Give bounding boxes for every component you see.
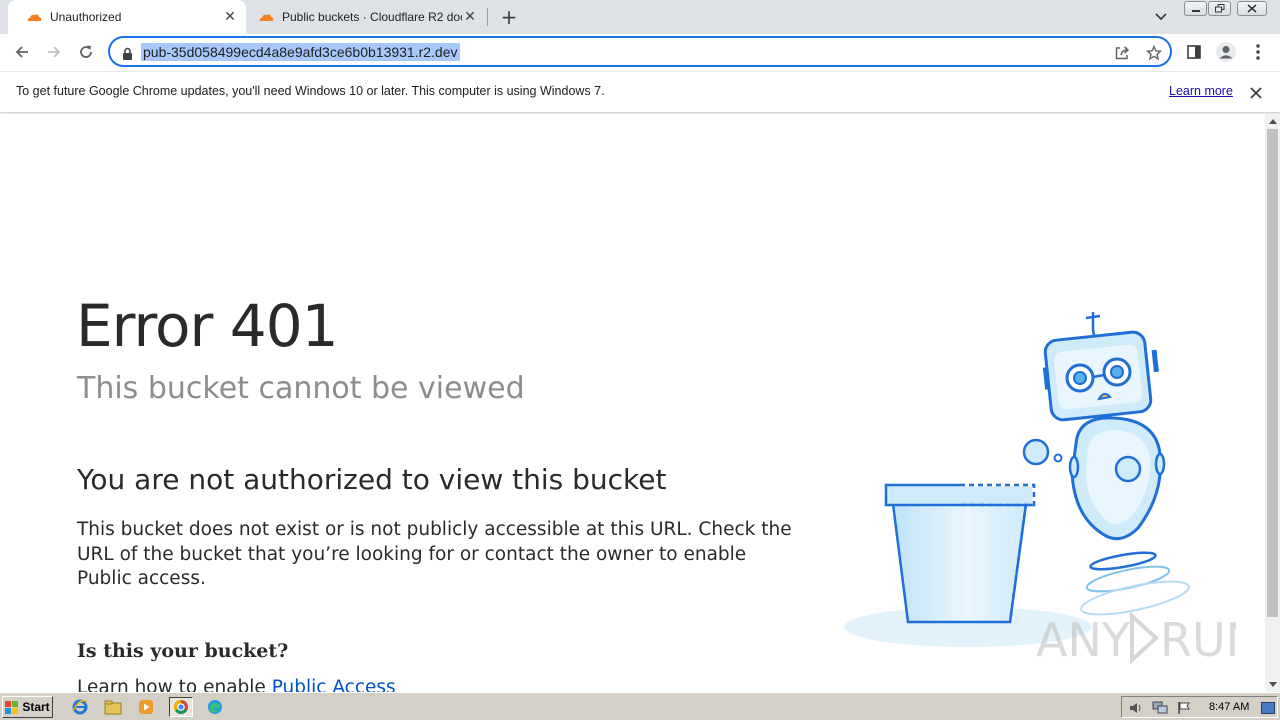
learn-text: Learn how to enable Public Access (77, 677, 396, 692)
browser-toolbar: pub-35d058499ecd4a8e9afd3ce6b0b13931.r2.… (0, 34, 1280, 71)
learn-more-link[interactable]: Learn more (1169, 84, 1233, 98)
infobar-message: To get future Google Chrome updates, you… (16, 84, 605, 98)
update-infobar: To get future Google Chrome updates, you… (0, 71, 1280, 113)
scroll-down-arrow-icon[interactable] (1265, 677, 1280, 691)
menu-kebab-icon[interactable] (1246, 40, 1270, 64)
url-text[interactable]: pub-35d058499ecd4a8e9afd3ce6b0b13931.r2.… (141, 43, 460, 61)
back-button[interactable] (8, 38, 36, 66)
vertical-scrollbar[interactable] (1265, 114, 1280, 692)
tab-separator (487, 8, 488, 26)
anyrun-watermark: ANY RUN (1036, 611, 1236, 667)
svg-text:ANY: ANY (1036, 613, 1131, 667)
tab-public-buckets[interactable]: Public buckets · Cloudflare R2 docs ✕ (248, 0, 486, 34)
forward-button[interactable] (40, 38, 68, 66)
svg-text:RUN: RUN (1160, 613, 1236, 667)
share-icon[interactable] (1113, 44, 1131, 62)
new-tab-button[interactable]: + (497, 5, 521, 29)
close-tab-icon[interactable]: ✕ (222, 9, 238, 25)
network-icon[interactable] (1152, 700, 1168, 716)
edge-icon[interactable] (205, 697, 225, 717)
lock-icon[interactable] (122, 45, 133, 64)
windows-logo-icon (5, 700, 19, 714)
start-label: Start (22, 700, 50, 714)
bookmark-star-icon[interactable] (1145, 44, 1163, 62)
media-player-icon[interactable] (136, 697, 156, 717)
close-window-button[interactable] (1237, 1, 1267, 16)
error-description: This bucket does not exist or is not pub… (77, 519, 792, 589)
not-authorized-heading: You are not authorized to view this buck… (77, 463, 667, 496)
close-tab-icon[interactable]: ✕ (462, 9, 478, 25)
clock: 8:47 AM (1209, 701, 1250, 713)
error-heading: Error 401 (76, 292, 339, 360)
public-access-link[interactable]: Public Access (272, 677, 396, 692)
show-desktop-icon[interactable] (1260, 700, 1276, 716)
volume-icon[interactable] (1128, 700, 1144, 716)
scroll-up-arrow-icon[interactable] (1265, 114, 1280, 128)
error-subheading: This bucket cannot be viewed (77, 371, 525, 406)
tab-unauthorized[interactable]: Unauthorized ✕ (8, 0, 246, 34)
reload-button[interactable] (72, 38, 100, 66)
your-bucket-heading: Is this your bucket? (77, 640, 289, 662)
ie-icon[interactable] (70, 697, 90, 717)
side-panel-icon[interactable] (1182, 40, 1206, 64)
tab-strip: Unauthorized ✕ Public buckets · Cloudfla… (0, 0, 1280, 34)
tab-search-chevron-down-icon[interactable] (1152, 8, 1170, 26)
address-bar[interactable]: pub-35d058499ecd4a8e9afd3ce6b0b13931.r2.… (108, 36, 1172, 67)
profile-avatar-icon[interactable] (1214, 40, 1238, 64)
cloudflare-icon (26, 9, 42, 25)
cloudflare-icon (258, 9, 274, 25)
page-content: Error 401 This bucket cannot be viewed Y… (0, 114, 1265, 692)
close-infobar-icon[interactable] (1247, 84, 1265, 102)
chrome-icon[interactable] (169, 697, 193, 717)
action-center-flag-icon[interactable] (1176, 700, 1192, 716)
restore-button[interactable] (1208, 1, 1231, 16)
scrollbar-thumb[interactable] (1267, 129, 1278, 617)
windows-taskbar: Start 8:47 AM (0, 692, 1280, 720)
learn-prefix: Learn how to enable (77, 677, 272, 692)
tab-title: Public buckets · Cloudflare R2 docs (282, 10, 462, 24)
explorer-icon[interactable] (103, 697, 123, 717)
tab-title: Unauthorized (50, 10, 122, 24)
minimize-button[interactable] (1184, 1, 1207, 16)
system-tray: 8:47 AM (1121, 696, 1278, 718)
start-button[interactable]: Start (2, 696, 53, 718)
